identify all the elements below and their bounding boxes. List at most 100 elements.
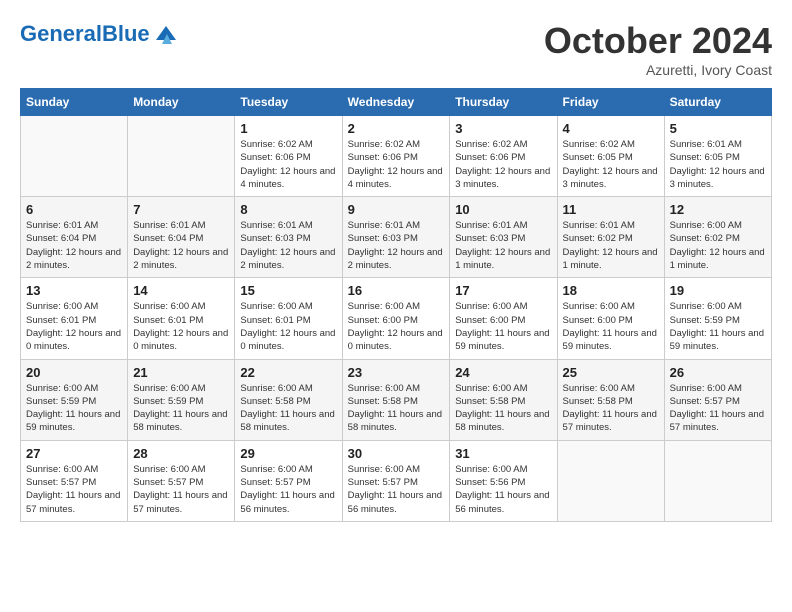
calendar-cell: 9 Sunrise: 6:01 AM Sunset: 6:03 PM Daylig… <box>342 197 450 278</box>
calendar-cell: 14Sunrise: 6:00 AM Sunset: 6:01 PM Dayli… <box>128 278 235 359</box>
day-number: 4 <box>563 121 659 136</box>
day-detail: Sunrise: 6:01 AM Sunset: 6:03 PM Dayligh… <box>240 219 336 272</box>
day-detail: Sunrise: 6:00 AM Sunset: 5:57 PM Dayligh… <box>26 463 122 516</box>
calendar-cell: 29Sunrise: 6:00 AM Sunset: 5:57 PM Dayli… <box>235 440 342 521</box>
calendar-cell: 3 Sunrise: 6:02 AM Sunset: 6:06 PM Daylig… <box>450 116 557 197</box>
day-number: 7 <box>133 202 229 217</box>
calendar-cell: 7 Sunrise: 6:01 AM Sunset: 6:04 PM Daylig… <box>128 197 235 278</box>
day-number: 30 <box>348 446 445 461</box>
day-number: 2 <box>348 121 445 136</box>
day-detail: Sunrise: 6:00 AM Sunset: 6:02 PM Dayligh… <box>670 219 766 272</box>
day-number: 1 <box>240 121 336 136</box>
day-detail: Sunrise: 6:02 AM Sunset: 6:06 PM Dayligh… <box>455 138 551 191</box>
day-number: 15 <box>240 283 336 298</box>
calendar-cell: 25Sunrise: 6:00 AM Sunset: 5:58 PM Dayli… <box>557 359 664 440</box>
day-number: 26 <box>670 365 766 380</box>
day-detail: Sunrise: 6:01 AM Sunset: 6:03 PM Dayligh… <box>455 219 551 272</box>
day-number: 20 <box>26 365 122 380</box>
day-number: 18 <box>563 283 659 298</box>
calendar-cell: 13 Sunrise: 6:00 AM Sunset: 6:01 PM Dayli… <box>21 278 128 359</box>
day-number: 11 <box>563 202 659 217</box>
calendar-cell: 26Sunrise: 6:00 AM Sunset: 5:57 PM Dayli… <box>664 359 771 440</box>
calendar-cell: 4 Sunrise: 6:02 AM Sunset: 6:05 PM Daylig… <box>557 116 664 197</box>
day-number: 25 <box>563 365 659 380</box>
day-detail: Sunrise: 6:00 AM Sunset: 6:01 PM Dayligh… <box>133 300 229 353</box>
calendar-cell <box>557 440 664 521</box>
day-detail: Sunrise: 6:01 AM Sunset: 6:04 PM Dayligh… <box>133 219 229 272</box>
calendar-cell <box>21 116 128 197</box>
day-detail: Sunrise: 6:02 AM Sunset: 6:06 PM Dayligh… <box>240 138 336 191</box>
logo-text: GeneralBlue <box>20 21 150 47</box>
calendar-cell <box>128 116 235 197</box>
calendar-cell <box>664 440 771 521</box>
day-number: 23 <box>348 365 445 380</box>
calendar-cell: 12 Sunrise: 6:00 AM Sunset: 6:02 PM Dayli… <box>664 197 771 278</box>
day-header-wednesday: Wednesday <box>342 89 450 116</box>
week-row-4: 20 Sunrise: 6:00 AM Sunset: 5:59 PM Dayli… <box>21 359 772 440</box>
day-detail: Sunrise: 6:02 AM Sunset: 6:05 PM Dayligh… <box>563 138 659 191</box>
day-detail: Sunrise: 6:00 AM Sunset: 5:59 PM Dayligh… <box>133 382 229 435</box>
day-header-monday: Monday <box>128 89 235 116</box>
day-number: 13 <box>26 283 122 298</box>
calendar-cell: 10 Sunrise: 6:01 AM Sunset: 6:03 PM Dayli… <box>450 197 557 278</box>
day-detail: Sunrise: 6:00 AM Sunset: 6:01 PM Dayligh… <box>26 300 122 353</box>
day-number: 21 <box>133 365 229 380</box>
page-header: GeneralBlue October 2024 Azuretti, Ivory… <box>20 20 772 78</box>
day-detail: Sunrise: 6:00 AM Sunset: 6:00 PM Dayligh… <box>563 300 659 353</box>
title-block: October 2024 Azuretti, Ivory Coast <box>544 20 772 78</box>
calendar-cell: 5Sunrise: 6:01 AM Sunset: 6:05 PM Daylig… <box>664 116 771 197</box>
calendar-cell: 18 Sunrise: 6:00 AM Sunset: 6:00 PM Dayli… <box>557 278 664 359</box>
calendar-cell: 2 Sunrise: 6:02 AM Sunset: 6:06 PM Daylig… <box>342 116 450 197</box>
day-detail: Sunrise: 6:01 AM Sunset: 6:03 PM Dayligh… <box>348 219 445 272</box>
logo: GeneralBlue <box>20 20 180 48</box>
day-detail: Sunrise: 6:01 AM Sunset: 6:02 PM Dayligh… <box>563 219 659 272</box>
day-detail: Sunrise: 6:00 AM Sunset: 5:59 PM Dayligh… <box>26 382 122 435</box>
calendar-cell: 27 Sunrise: 6:00 AM Sunset: 5:57 PM Dayli… <box>21 440 128 521</box>
day-detail: Sunrise: 6:00 AM Sunset: 5:56 PM Dayligh… <box>455 463 551 516</box>
day-number: 27 <box>26 446 122 461</box>
day-header-sunday: Sunday <box>21 89 128 116</box>
calendar-cell: 6 Sunrise: 6:01 AM Sunset: 6:04 PM Daylig… <box>21 197 128 278</box>
day-detail: Sunrise: 6:02 AM Sunset: 6:06 PM Dayligh… <box>348 138 445 191</box>
day-number: 6 <box>26 202 122 217</box>
calendar-cell: 31 Sunrise: 6:00 AM Sunset: 5:56 PM Dayli… <box>450 440 557 521</box>
day-header-tuesday: Tuesday <box>235 89 342 116</box>
day-detail: Sunrise: 6:00 AM Sunset: 5:58 PM Dayligh… <box>240 382 336 435</box>
calendar-cell: 1 Sunrise: 6:02 AM Sunset: 6:06 PM Daylig… <box>235 116 342 197</box>
calendar-cell: 16Sunrise: 6:00 AM Sunset: 6:00 PM Dayli… <box>342 278 450 359</box>
calendar-cell: 19Sunrise: 6:00 AM Sunset: 5:59 PM Dayli… <box>664 278 771 359</box>
day-number: 3 <box>455 121 551 136</box>
calendar-cell: 15 Sunrise: 6:00 AM Sunset: 6:01 PM Dayli… <box>235 278 342 359</box>
calendar-cell: 30Sunrise: 6:00 AM Sunset: 5:57 PM Dayli… <box>342 440 450 521</box>
day-header-friday: Friday <box>557 89 664 116</box>
location-subtitle: Azuretti, Ivory Coast <box>544 62 772 78</box>
day-number: 17 <box>455 283 551 298</box>
day-detail: Sunrise: 6:00 AM Sunset: 5:57 PM Dayligh… <box>133 463 229 516</box>
logo-icon <box>152 20 180 48</box>
day-header-saturday: Saturday <box>664 89 771 116</box>
day-detail: Sunrise: 6:01 AM Sunset: 6:04 PM Dayligh… <box>26 219 122 272</box>
calendar-cell: 28 Sunrise: 6:00 AM Sunset: 5:57 PM Dayli… <box>128 440 235 521</box>
day-number: 24 <box>455 365 551 380</box>
day-number: 9 <box>348 202 445 217</box>
day-number: 8 <box>240 202 336 217</box>
week-row-3: 13 Sunrise: 6:00 AM Sunset: 6:01 PM Dayli… <box>21 278 772 359</box>
day-header-thursday: Thursday <box>450 89 557 116</box>
day-number: 31 <box>455 446 551 461</box>
day-detail: Sunrise: 6:00 AM Sunset: 5:59 PM Dayligh… <box>670 300 766 353</box>
calendar-cell: 20 Sunrise: 6:00 AM Sunset: 5:59 PM Dayli… <box>21 359 128 440</box>
calendar-cell: 17 Sunrise: 6:00 AM Sunset: 6:00 PM Dayli… <box>450 278 557 359</box>
calendar-cell: 8 Sunrise: 6:01 AM Sunset: 6:03 PM Daylig… <box>235 197 342 278</box>
day-number: 10 <box>455 202 551 217</box>
day-number: 28 <box>133 446 229 461</box>
day-detail: Sunrise: 6:00 AM Sunset: 5:58 PM Dayligh… <box>348 382 445 435</box>
week-row-5: 27 Sunrise: 6:00 AM Sunset: 5:57 PM Dayli… <box>21 440 772 521</box>
calendar-cell: 22Sunrise: 6:00 AM Sunset: 5:58 PM Dayli… <box>235 359 342 440</box>
calendar-cell: 24Sunrise: 6:00 AM Sunset: 5:58 PM Dayli… <box>450 359 557 440</box>
month-title: October 2024 <box>544 20 772 62</box>
day-detail: Sunrise: 6:00 AM Sunset: 6:01 PM Dayligh… <box>240 300 336 353</box>
day-detail: Sunrise: 6:00 AM Sunset: 6:00 PM Dayligh… <box>455 300 551 353</box>
calendar-cell: 23 Sunrise: 6:00 AM Sunset: 5:58 PM Dayli… <box>342 359 450 440</box>
day-number: 12 <box>670 202 766 217</box>
day-number: 5 <box>670 121 766 136</box>
